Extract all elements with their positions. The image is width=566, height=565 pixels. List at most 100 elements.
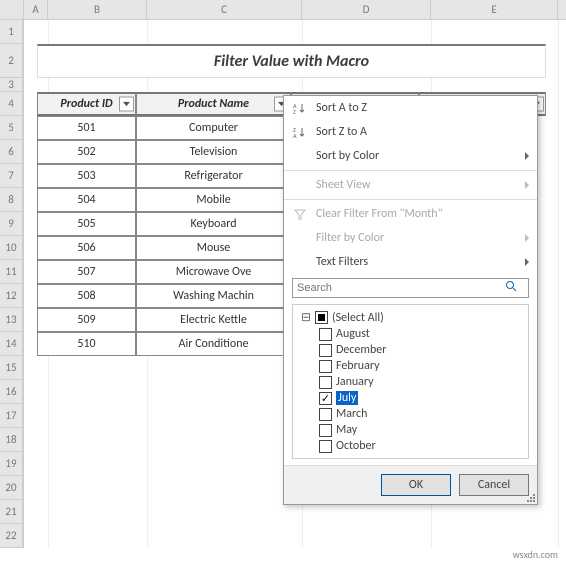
cell-product-id[interactable]: 501 (37, 116, 136, 140)
checkbox[interactable] (319, 440, 332, 453)
row-header[interactable]: 21 (0, 500, 23, 524)
sort-az-icon: AZ (292, 100, 308, 116)
sort-za-icon: ZA (292, 124, 308, 140)
header-product-id[interactable]: Product ID (37, 92, 136, 116)
cell-product-name[interactable]: Mobile (136, 188, 291, 212)
cell-product-id[interactable]: 506 (37, 236, 136, 260)
row-header[interactable]: 1 (0, 20, 23, 44)
row-header[interactable]: 11 (0, 260, 23, 284)
row-header[interactable]: 5 (0, 116, 23, 140)
svg-text:A: A (293, 132, 297, 139)
col-header-E[interactable]: E (431, 0, 558, 19)
menu-label: Sheet View (316, 178, 370, 192)
checkbox[interactable] (319, 376, 332, 389)
clear-filter: Clear Filter From "Month" (284, 202, 537, 226)
col-header-B[interactable]: B (48, 0, 147, 19)
cell-product-id[interactable]: 502 (37, 140, 136, 164)
row-header[interactable]: 4 (0, 92, 23, 116)
filter-item[interactable]: August (319, 326, 524, 342)
row-header[interactable]: 13 (0, 308, 23, 332)
cancel-button[interactable]: Cancel (459, 474, 529, 496)
row-header[interactable]: 18 (0, 428, 23, 452)
chevron-right-icon (525, 258, 529, 266)
blank-icon (292, 177, 308, 193)
header-label: Product ID (60, 97, 112, 111)
col-header-C[interactable]: C (147, 0, 302, 19)
select-all-cell[interactable] (0, 0, 24, 19)
ok-button[interactable]: OK (381, 474, 451, 496)
blank-icon (292, 230, 308, 246)
checkbox[interactable] (319, 344, 332, 357)
chevron-right-icon (525, 234, 529, 242)
row-header[interactable]: 19 (0, 452, 23, 476)
row-header[interactable]: 3 (0, 78, 23, 92)
col-header-D[interactable]: D (302, 0, 431, 19)
row-header[interactable]: 6 (0, 140, 23, 164)
row-header[interactable]: 8 (0, 188, 23, 212)
filter-item[interactable]: January (319, 374, 524, 390)
cell-product-name[interactable]: Keyboard (136, 212, 291, 236)
sort-za[interactable]: ZA Sort Z to A (284, 120, 537, 144)
select-all-item[interactable]: ⊟ (Select All) (301, 309, 524, 326)
row-header[interactable]: 14 (0, 332, 23, 356)
sheet-view: Sheet View (284, 173, 537, 197)
row-header[interactable]: 2 (0, 44, 23, 78)
sort-by-color[interactable]: Sort by Color (284, 144, 537, 168)
filter-value-list[interactable]: ⊟ (Select All) AugustDecemberFebruary Jan… (292, 304, 529, 459)
row-header[interactable]: 15 (0, 356, 23, 380)
cell-product-name[interactable]: Mouse (136, 236, 291, 260)
item-label: January (336, 375, 374, 389)
filter-item[interactable]: July (319, 390, 524, 406)
cell-product-name[interactable]: Refrigerator (136, 164, 291, 188)
cell-product-name[interactable]: Television (136, 140, 291, 164)
cell-product-id[interactable]: 507 (37, 260, 136, 284)
filter-item[interactable]: February (319, 358, 524, 374)
separator (284, 199, 537, 200)
header-product-name[interactable]: Product Name (136, 92, 291, 116)
filter-item[interactable]: December (319, 342, 524, 358)
item-label: March (336, 407, 367, 421)
cell-product-name[interactable]: Microwave Ove (136, 260, 291, 284)
filter-dropdown: AZ Sort A to Z ZA Sort Z to A Sort by Co… (283, 95, 538, 505)
checkbox[interactable] (319, 392, 332, 405)
cell-product-id[interactable]: 508 (37, 284, 136, 308)
search-input[interactable] (292, 278, 529, 298)
cell-product-id[interactable]: 504 (37, 188, 136, 212)
resize-grip[interactable] (525, 492, 535, 502)
filter-item[interactable]: May (319, 422, 524, 438)
sort-az[interactable]: AZ Sort A to Z (284, 96, 537, 120)
cell-product-id[interactable]: 510 (37, 332, 136, 356)
checkbox[interactable] (319, 328, 332, 341)
menu-label: Text Filters (316, 255, 368, 269)
filter-button[interactable] (119, 97, 134, 112)
filter-by-color: Filter by Color (284, 226, 537, 250)
cell-product-id[interactable]: 505 (37, 212, 136, 236)
cell-product-id[interactable]: 503 (37, 164, 136, 188)
checkbox-indeterminate[interactable] (315, 311, 328, 324)
cell-product-name[interactable]: Electric Kettle (136, 308, 291, 332)
cell-product-id[interactable]: 509 (37, 308, 136, 332)
col-header-A[interactable]: A (24, 0, 48, 19)
row-header[interactable]: 7 (0, 164, 23, 188)
cell-product-name[interactable]: Washing Machin (136, 284, 291, 308)
cell-product-name[interactable]: Computer (136, 116, 291, 140)
row-header[interactable]: 12 (0, 284, 23, 308)
item-label: February (336, 359, 380, 373)
separator (284, 170, 537, 171)
row-header[interactable]: 10 (0, 236, 23, 260)
text-filters[interactable]: Text Filters (284, 250, 537, 274)
collapse-icon: ⊟ (301, 310, 311, 325)
row-header[interactable]: 16 (0, 380, 23, 404)
item-label: (Select All) (332, 311, 384, 325)
row-header[interactable]: 9 (0, 212, 23, 236)
checkbox[interactable] (319, 360, 332, 373)
row-header[interactable]: 22 (0, 524, 23, 548)
row-header[interactable]: 20 (0, 476, 23, 500)
filter-item[interactable]: March (319, 406, 524, 422)
menu-label: Sort A to Z (316, 101, 367, 115)
filter-item[interactable]: October (319, 438, 524, 454)
row-header[interactable]: 17 (0, 404, 23, 428)
checkbox[interactable] (319, 424, 332, 437)
checkbox[interactable] (319, 408, 332, 421)
cell-product-name[interactable]: Air Conditione (136, 332, 291, 356)
